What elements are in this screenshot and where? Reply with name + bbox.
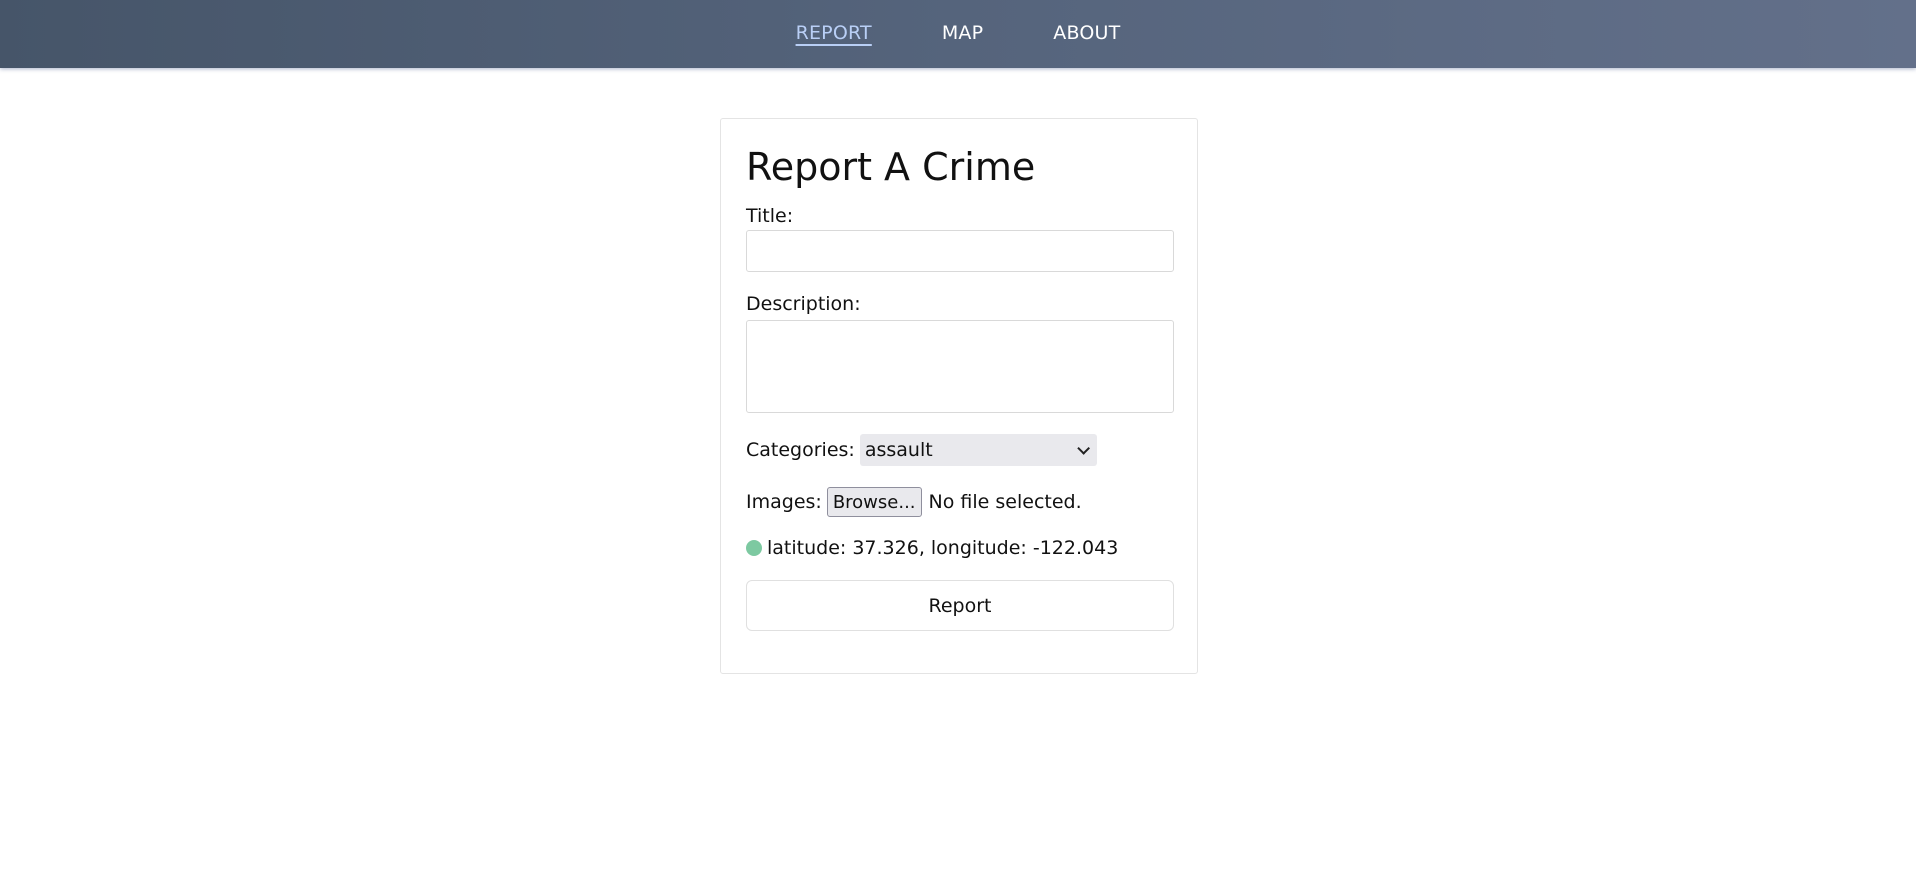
images-label: Images: xyxy=(746,491,822,513)
categories-label: Categories: xyxy=(746,439,855,461)
nav-report-link[interactable]: REPORT xyxy=(796,22,872,46)
description-label: Description: xyxy=(746,293,861,315)
title-label: Title: xyxy=(746,205,794,227)
categories-select[interactable]: assault xyxy=(859,434,1097,466)
description-textarea[interactable] xyxy=(746,320,1174,413)
nav-about-link[interactable]: ABOUT xyxy=(1053,22,1120,46)
report-form-card: Report A Crime Title: Description: Categ… xyxy=(720,118,1198,674)
categories-row: Categories: assault xyxy=(746,434,1172,466)
top-navigation: REPORT MAP ABOUT xyxy=(0,0,1916,68)
location-text: latitude: 37.326, longitude: -122.043 xyxy=(767,537,1119,559)
location-status-dot-icon xyxy=(746,540,762,556)
file-status-text: No file selected. xyxy=(928,491,1082,513)
location-row: latitude: 37.326, longitude: -122.043 xyxy=(746,536,1172,560)
browse-button[interactable]: Browse... xyxy=(826,487,922,517)
images-row: Images: Browse... No file selected. xyxy=(746,486,1172,518)
chevron-down-icon xyxy=(1077,441,1090,455)
categories-selected-value: assault xyxy=(864,439,933,461)
nav-map-link[interactable]: MAP xyxy=(942,22,983,46)
page-title: Report A Crime xyxy=(746,145,1036,189)
title-input[interactable] xyxy=(746,230,1174,272)
report-submit-button[interactable]: Report xyxy=(746,580,1174,631)
